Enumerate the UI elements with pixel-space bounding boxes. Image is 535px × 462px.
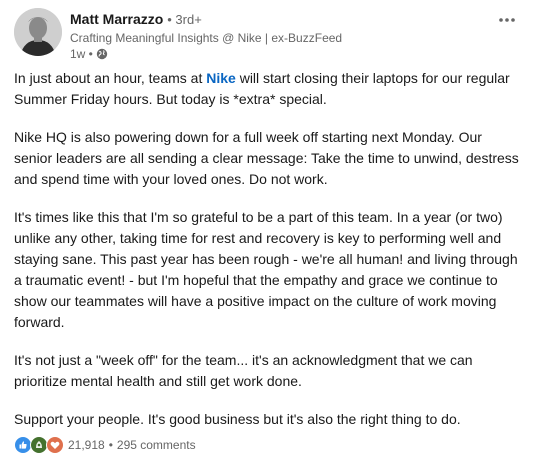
post-time-row: 1w • xyxy=(70,46,490,62)
reactions-summary[interactable] xyxy=(14,436,64,454)
post-paragraph-4: It's not just a "week off" for the team.… xyxy=(14,352,473,389)
post-paragraph-1: In just about an hour, teams at Nike wil… xyxy=(14,68,519,110)
post-header: Matt Marrazzo • 3rd+ Crafting Meaningful… xyxy=(14,8,519,62)
p1-text-before: In just about an hour, teams at xyxy=(14,70,207,86)
post-paragraph-2: Nike HQ is also powering down for a full… xyxy=(14,129,519,187)
social-counts: 21,918 • 295 comments xyxy=(14,436,196,454)
post-time: 1w • xyxy=(70,47,93,61)
love-icon xyxy=(46,436,64,454)
author-headline: Crafting Meaningful Insights @ Nike | ex… xyxy=(70,31,343,45)
more-options-icon[interactable] xyxy=(495,8,519,32)
reaction-count[interactable]: 21,918 xyxy=(68,438,105,452)
post-paragraph-3: It's times like this that I'm so gratefu… xyxy=(14,209,518,330)
author-meta: Matt Marrazzo • 3rd+ Crafting Meaningful… xyxy=(70,10,490,62)
nike-mention-link[interactable]: Nike xyxy=(206,70,236,86)
comments-count-link[interactable]: 295 comments xyxy=(117,438,196,452)
feed-post: Matt Marrazzo • 3rd+ Crafting Meaningful… xyxy=(0,0,535,462)
post-paragraph-5: Support your people. It's good business … xyxy=(14,411,461,427)
post-body: In just about an hour, teams at Nike wil… xyxy=(14,68,519,447)
connection-degree: • 3rd+ xyxy=(167,12,202,27)
globe-icon xyxy=(96,48,108,60)
separator-dot: • xyxy=(108,438,113,452)
author-avatar[interactable] xyxy=(14,8,62,56)
author-name-row: Matt Marrazzo • 3rd+ xyxy=(70,10,490,29)
author-name[interactable]: Matt Marrazzo xyxy=(70,11,163,27)
